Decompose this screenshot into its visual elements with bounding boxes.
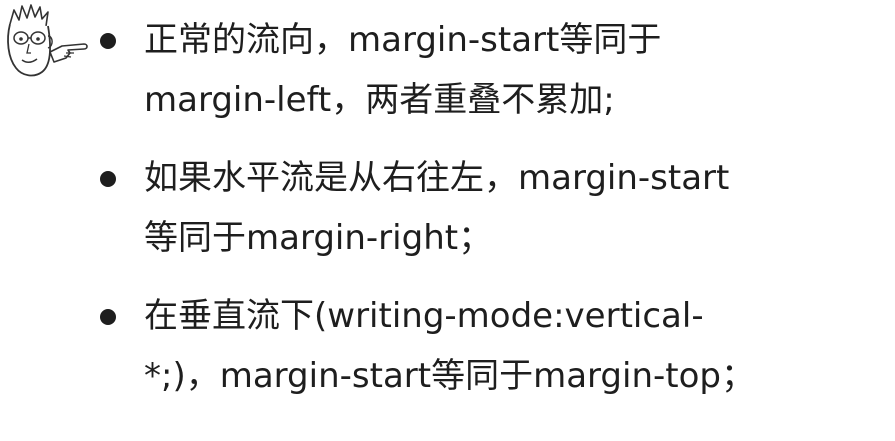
list-item: 在垂直流下(writing-mode:vertical- *;)，margin-… (100, 286, 880, 406)
list-item: 正常的流向，margin-start等同于 margin-left，两者重叠不累… (100, 10, 880, 130)
bullet-dot-icon (100, 309, 116, 325)
bullet-dot-icon (100, 33, 116, 49)
bullet-line: 正常的流向，margin-start等同于 (144, 20, 662, 60)
list-item: 如果水平流是从右往左，margin-start 等同于margin-right； (100, 148, 880, 268)
bullet-dot-icon (100, 171, 116, 187)
bullet-line: 等同于margin-right； (144, 218, 493, 258)
bullet-line: 在垂直流下(writing-mode:vertical- (144, 296, 704, 336)
cartoon-face-pointing-icon (0, 2, 92, 84)
bullet-line: *;)，margin-start等同于margin-top； (144, 356, 755, 396)
bullet-line: 如果水平流是从右往左，margin-start (144, 158, 730, 198)
bullet-line: margin-left，两者重叠不累加; (144, 80, 615, 120)
bullet-list: 正常的流向，margin-start等同于 margin-left，两者重叠不累… (100, 10, 880, 424)
slide: 正常的流向，margin-start等同于 margin-left，两者重叠不累… (0, 0, 895, 441)
